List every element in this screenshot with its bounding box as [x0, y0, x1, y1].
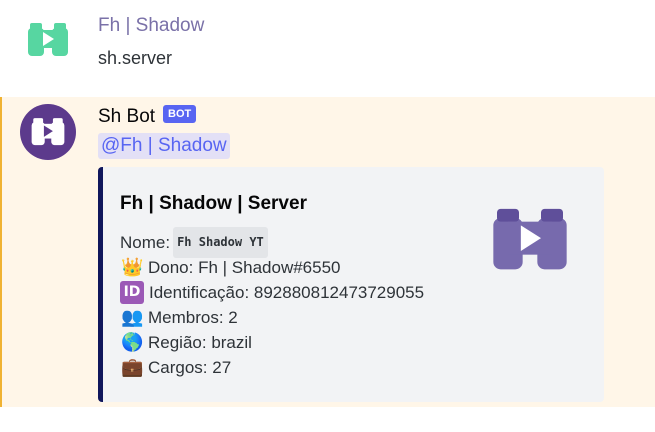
message-user: Fh | Shadow sh.server	[0, 0, 655, 92]
message-author[interactable]: Sh Bot	[98, 106, 155, 128]
field-roles: 💼 Cargos: 27	[120, 355, 424, 380]
field-roles-text: Cargos: 27	[148, 358, 232, 377]
field-name-label: Nome:	[120, 233, 171, 252]
field-name: Nome: Fh Shadow YT	[120, 227, 424, 258]
user-avatar[interactable]	[20, 12, 76, 68]
binoculars-play-icon	[31, 118, 65, 146]
id-icon: ID	[120, 281, 144, 304]
briefcase-icon: 💼	[121, 357, 144, 377]
server-name-code: Fh Shadow YT	[173, 227, 268, 258]
embed-title: Fh | Shadow | Server	[120, 193, 307, 214]
field-region: 🌎 Região: brazil	[120, 330, 424, 355]
embed-thumbnail[interactable]	[488, 205, 572, 275]
binoculars-play-icon	[28, 23, 68, 56]
binoculars-play-icon	[493, 208, 567, 270]
field-members: 👥 Membros: 2	[120, 305, 424, 330]
message-author[interactable]: Fh | Shadow	[98, 15, 204, 37]
globe-icon: 🌎	[121, 332, 144, 352]
field-id: ID Identificação: 892880812473729055	[120, 280, 424, 305]
mention-highlight-bar	[0, 97, 2, 407]
bot-avatar[interactable]	[20, 104, 76, 160]
field-id-text: Identificação: 892880812473729055	[149, 283, 425, 302]
user-mention[interactable]: @Fh | Shadow	[98, 133, 230, 159]
field-owner: 👑 Dono: Fh | Shadow#6550	[120, 255, 424, 280]
message-content: sh.server	[98, 48, 173, 68]
server-info-embed: Fh | Shadow | Server Nome: Fh Shadow YT …	[98, 167, 604, 402]
embed-fields: Nome: Fh Shadow YT 👑 Dono: Fh | Shadow#6…	[120, 227, 424, 380]
crown-icon: 👑	[121, 257, 144, 277]
field-members-text: Membros: 2	[148, 308, 238, 327]
bot-badge: BOT	[163, 105, 197, 123]
field-owner-text: Dono: Fh | Shadow#6550	[148, 258, 341, 277]
users-icon: 👥	[121, 307, 144, 327]
field-region-text: Região: brazil	[148, 333, 252, 352]
message-bot: Sh Bot BOT @Fh | Shadow Fh | Shadow | Se…	[0, 97, 655, 407]
